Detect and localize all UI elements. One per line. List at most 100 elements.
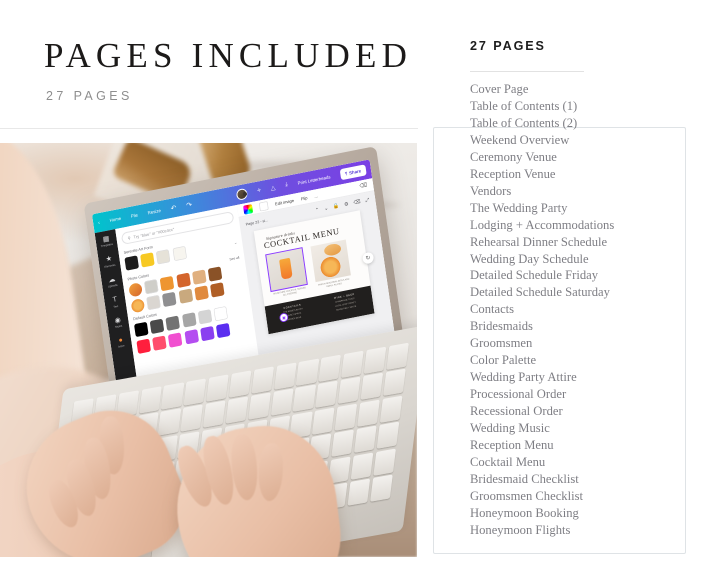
sidebar-item-label: Elements	[104, 263, 116, 269]
pages-panel-heading: 27 PAGES	[470, 39, 546, 53]
list-item: Rehearsal Dinner Schedule	[470, 234, 608, 249]
sidebar-item-styles[interactable]: ◉ Styles	[114, 316, 122, 329]
key	[157, 408, 181, 436]
chevron-up-icon[interactable]: ⌃	[315, 207, 320, 214]
lock-icon[interactable]: 🔒	[333, 203, 340, 210]
list-item: Bridesmaid Checklist	[470, 471, 579, 486]
design-image-selected[interactable]	[265, 247, 308, 293]
color-swatch[interactable]	[146, 295, 162, 311]
color-swatch[interactable]	[175, 272, 191, 289]
color-swatch[interactable]	[168, 331, 183, 348]
chevron-down-icon[interactable]: ⌄	[234, 240, 238, 246]
refresh-icon[interactable]: ↻	[361, 251, 375, 265]
list-item: Reception Menu	[470, 438, 554, 453]
chevron-down-icon[interactable]: ⌄	[324, 205, 329, 212]
color-swatch[interactable]	[207, 266, 223, 282]
key	[292, 384, 316, 413]
see-all-link[interactable]: See all	[229, 256, 239, 262]
color-swatch[interactable]	[162, 292, 177, 308]
download-icon[interactable]: ⤓	[285, 182, 289, 189]
file-menu[interactable]: File	[131, 212, 139, 218]
design-menu-column: COCKTAILS THE BRIDE'S BLUSH SUNSET SPRIT…	[273, 301, 314, 328]
rainbow-color-icon[interactable]	[242, 203, 254, 215]
home-menu[interactable]: Home	[109, 216, 121, 223]
print-letterheads-button[interactable]: Print Letterheads	[297, 174, 331, 185]
color-swatch[interactable]	[178, 288, 193, 305]
list-item: Recessional Order	[470, 404, 563, 419]
trash-icon[interactable]: ⌫	[359, 182, 367, 189]
sidebar-item-label: Text	[113, 304, 119, 309]
color-swatch[interactable]	[210, 282, 225, 299]
color-swatch[interactable]	[140, 252, 155, 268]
sidebar-item-elements[interactable]: ★ Elements	[103, 255, 116, 269]
photo-thumbnail[interactable]	[130, 298, 146, 314]
horizontal-divider	[0, 128, 418, 129]
share-button[interactable]: ⤒ Share	[339, 164, 367, 180]
redo-icon[interactable]: ↷	[186, 200, 193, 209]
color-swatch[interactable]	[134, 322, 149, 338]
key	[373, 448, 396, 476]
page-root: PAGES INCLUDED 27 PAGES ‹ Home File Resi…	[0, 0, 720, 576]
settings-icon[interactable]: ⚙	[344, 201, 349, 208]
list-item: Wedding Party Attire	[470, 370, 577, 385]
flip-button[interactable]: Flip	[300, 195, 307, 201]
color-swatch[interactable]	[152, 335, 167, 351]
trash-icon[interactable]: ⌫	[353, 199, 361, 206]
key	[337, 376, 361, 405]
color-swatch[interactable]	[156, 249, 171, 265]
finger	[257, 442, 285, 502]
color-swatch[interactable]	[215, 322, 231, 338]
white-color-icon[interactable]	[258, 200, 269, 212]
sidebar-item-background[interactable]: ● More	[117, 337, 125, 349]
more-button[interactable]: ...	[314, 193, 318, 199]
undo-icon[interactable]: ↶	[170, 203, 177, 212]
color-swatch[interactable]	[213, 306, 229, 322]
key	[334, 403, 358, 431]
present-icon[interactable]: △	[270, 184, 276, 192]
sidebar-item-label: Uploads	[107, 283, 118, 289]
color-swatch[interactable]	[144, 279, 159, 295]
design-artboard[interactable]: Signature drinks COCKTAIL MENU SIGNATURE…	[253, 210, 375, 335]
color-swatch[interactable]	[197, 309, 213, 325]
color-swatch[interactable]	[199, 325, 215, 341]
list-item: Cocktail Menu	[470, 454, 546, 469]
edit-image-button[interactable]: Edit image	[275, 197, 295, 206]
page-label[interactable]: Page 23 - si...	[245, 218, 268, 226]
design-image-food[interactable]	[310, 239, 351, 283]
plus-icon[interactable]: +	[257, 187, 262, 195]
list-item: Contacts	[470, 302, 515, 317]
key	[386, 342, 409, 370]
uploads-icon: ☁	[108, 275, 116, 285]
color-swatch[interactable]	[172, 245, 187, 262]
photo-thumbnail[interactable]	[128, 282, 143, 298]
sidebar-item-templates[interactable]: ▦ Templates	[100, 235, 113, 248]
styles-icon: ◉	[114, 316, 122, 325]
color-swatch[interactable]	[124, 255, 140, 271]
key	[312, 407, 336, 435]
resize-button[interactable]: Resize	[147, 208, 161, 216]
copy-icon[interactable]: ⤢	[365, 197, 370, 204]
templates-icon: ▦	[102, 235, 110, 244]
key	[180, 404, 204, 432]
share-icon: ⤒	[344, 171, 348, 177]
color-swatch[interactable]	[149, 318, 165, 335]
color-swatch[interactable]	[181, 312, 197, 329]
color-swatch[interactable]	[136, 338, 151, 354]
color-swatch[interactable]	[160, 275, 175, 292]
color-swatch[interactable]	[183, 328, 199, 345]
key	[350, 452, 374, 480]
key	[360, 372, 384, 401]
color-swatch[interactable]	[165, 315, 181, 332]
sidebar-item-uploads[interactable]: ☁ Uploads	[107, 276, 118, 289]
list-item: Groomsmen Checklist	[470, 488, 583, 503]
key	[353, 425, 377, 454]
sidebar-item-text[interactable]: T Text	[112, 296, 118, 308]
list-item: Vendors	[470, 183, 512, 198]
list-item: Honeymoon Flights	[470, 522, 571, 537]
color-swatch[interactable]	[191, 269, 207, 286]
list-item: Detailed Schedule Friday	[470, 268, 598, 283]
color-swatch[interactable]	[194, 285, 209, 302]
key	[315, 380, 339, 409]
list-item: Table of Contents (1)	[470, 98, 578, 113]
chevron-left-icon[interactable]: ‹	[98, 219, 100, 225]
